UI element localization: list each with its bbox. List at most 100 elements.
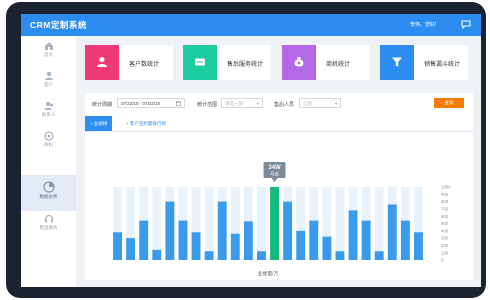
bar[interactable]	[348, 210, 358, 260]
money-bag-icon	[294, 57, 304, 67]
y-tick-label: 200	[441, 243, 449, 248]
contacts-icon	[44, 102, 53, 110]
home-icon	[44, 42, 53, 50]
bar[interactable]	[113, 232, 122, 260]
y-tick-label: 500	[441, 221, 449, 226]
app-screen: CRM定制系统 李伟，您好! 首页 客户 联系人 商机 数据分析 售后服务 客户…	[21, 14, 481, 287]
bar[interactable]	[139, 220, 149, 260]
sidebar-item-label: 商机	[44, 142, 53, 147]
card-icon-box	[380, 45, 414, 80]
app-title: CRM定制系统	[30, 20, 87, 30]
chevron-down-icon: ▾	[256, 101, 259, 106]
sidebar-item-data-analysis[interactable]: 数据分析	[21, 175, 76, 211]
ticket-icon	[195, 58, 205, 66]
card-customer-stats[interactable]: 客户数统计	[85, 45, 173, 80]
headset-icon	[44, 214, 53, 223]
bar-highlighted[interactable]	[270, 187, 279, 260]
bar-track	[152, 187, 162, 260]
card-icon-box	[85, 45, 119, 80]
sidebar-item-label: 客户	[44, 82, 53, 87]
query-button[interactable]: 查询	[434, 98, 464, 108]
bar[interactable]	[152, 249, 162, 260]
bar[interactable]	[374, 251, 384, 260]
sidebar-item-customer[interactable]: 客户	[21, 68, 76, 98]
card-label: 客户数统计	[129, 62, 160, 68]
tab-contract-ranking[interactable]: + 客户签约量排行榜	[121, 116, 171, 131]
user-greeting[interactable]: 李伟，您好!	[410, 21, 436, 28]
card-icon-box	[183, 45, 217, 80]
bar[interactable]	[165, 201, 175, 260]
tab-divider	[85, 131, 473, 132]
bar[interactable]	[361, 220, 371, 260]
card-label: 销售漏斗统计	[424, 62, 461, 68]
device-frame: CRM定制系统 李伟，您好! 首页 客户 联系人 商机 数据分析 售后服务 客户…	[6, 2, 486, 298]
card-sales-funnel-stats[interactable]: 销售漏斗统计	[380, 45, 468, 80]
y-tick-label: 300	[441, 236, 449, 241]
bar[interactable]	[296, 230, 306, 260]
chevron-down-icon: ▾	[334, 101, 337, 106]
y-tick-label: 800	[441, 199, 449, 204]
tooltip-value: 34W	[268, 165, 281, 171]
sidebar-item-contacts[interactable]: 联系人	[21, 98, 76, 128]
range-label: 统计范围	[197, 102, 218, 108]
y-tick-label: 1000	[441, 185, 451, 190]
person-select[interactable]: 全部 ▾	[299, 98, 341, 108]
period-value: 07/22/15 - 07/22/15	[121, 101, 161, 106]
message-icon[interactable]	[461, 20, 471, 29]
range-placeholder: 请选一部	[225, 101, 243, 106]
card-label: 商机统计	[326, 62, 351, 68]
sidebar-item-label: 售后服务	[39, 225, 58, 230]
y-tick-label: 700	[441, 207, 449, 212]
person-icon	[97, 57, 107, 67]
tooltip-name: 马云	[270, 171, 279, 178]
tab-performance[interactable]: + 业绩榜	[85, 116, 113, 131]
sidebar-item-after-sales[interactable]: 售后服务	[21, 211, 76, 241]
bar[interactable]	[126, 238, 136, 260]
target-icon	[43, 131, 54, 141]
range-select[interactable]: 请选一部 ▾	[221, 98, 263, 108]
bar[interactable]	[283, 201, 293, 260]
sidebar-item-label: 联系人	[41, 112, 56, 117]
bar[interactable]	[387, 204, 397, 260]
bar[interactable]	[204, 251, 214, 260]
analysis-panel: 统计周期 07/22/15 - 07/22/15 统计范围 请选一部 ▾ 售后人…	[85, 93, 473, 280]
card-opportunity-stats[interactable]: 商机统计	[282, 45, 370, 80]
pie-chart-icon	[42, 181, 55, 193]
y-tick-label: 100	[441, 250, 449, 255]
sidebar-item-opportunity[interactable]: 商机	[21, 128, 76, 158]
person-label: 售后人员	[274, 102, 295, 108]
y-tick-label: 0	[441, 258, 444, 263]
bar[interactable]	[217, 201, 227, 260]
bar[interactable]	[257, 251, 266, 260]
bar[interactable]	[322, 236, 332, 260]
sidebar-item-label: 首页	[44, 52, 53, 57]
card-after-sales-stats[interactable]: 售后服务统计	[183, 45, 271, 80]
card-label: 售后服务统计	[227, 62, 264, 68]
bar[interactable]	[243, 221, 253, 260]
bar[interactable]	[309, 220, 319, 260]
bar-track	[257, 187, 266, 260]
sidebar: 首页 客户 联系人 商机 数据分析 售后服务	[21, 36, 76, 287]
bar[interactable]	[178, 220, 188, 260]
funnel-icon	[392, 57, 402, 67]
bar[interactable]	[400, 220, 410, 260]
y-tick-label: 900	[441, 192, 449, 197]
y-tick-label: 400	[441, 228, 449, 233]
bar-track	[335, 187, 345, 260]
bar-track	[374, 187, 384, 260]
performance-bar-chart: 0 100 200 300 400 500 600 700 800 900 1000 34W马云业绩量…	[113, 162, 451, 277]
card-icon-box	[282, 45, 316, 80]
person-value: 全部	[303, 101, 312, 106]
bar[interactable]	[335, 251, 345, 260]
user-icon	[44, 71, 53, 80]
bar[interactable]	[191, 232, 201, 260]
bar[interactable]	[230, 233, 240, 260]
sidebar-item-home[interactable]: 首页	[21, 38, 76, 68]
sidebar-item-label: 数据分析	[39, 194, 58, 199]
period-label: 统计周期	[92, 102, 113, 108]
calendar-icon	[176, 101, 181, 106]
tooltip-arrow	[271, 178, 278, 182]
x-axis-label: 业绩量/万	[258, 270, 279, 277]
bar[interactable]	[414, 232, 423, 260]
period-date-range-input[interactable]: 07/22/15 - 07/22/15	[117, 98, 185, 108]
